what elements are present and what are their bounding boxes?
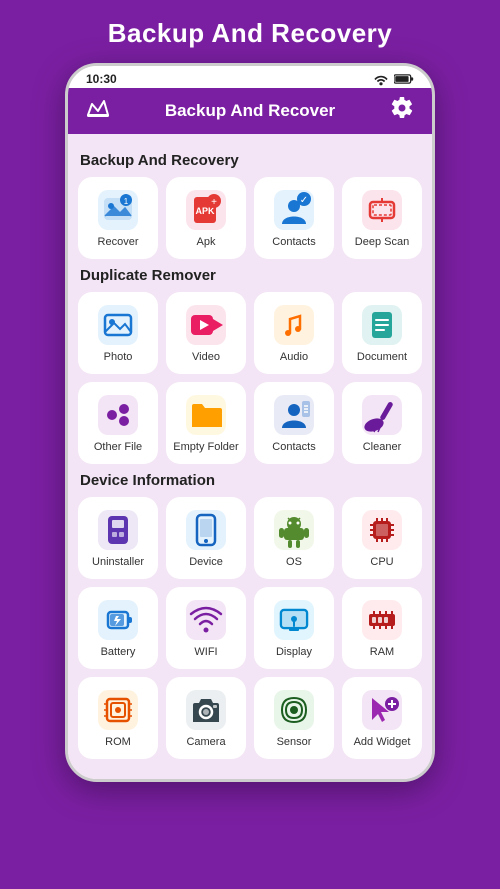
document-item[interactable]: Document	[342, 292, 422, 374]
contacts-label: Contacts	[272, 236, 315, 249]
display-item[interactable]: Display	[254, 587, 334, 669]
wifi-item[interactable]: WIFI	[166, 587, 246, 669]
svg-text:1: 1	[124, 197, 129, 206]
app-bar: Backup And Recover	[68, 88, 432, 134]
device-item[interactable]: Device	[166, 497, 246, 579]
rom-icon	[97, 689, 139, 731]
contacts-icon: ✓	[273, 189, 315, 231]
deepscan-label: Deep Scan	[355, 236, 409, 249]
emptyfolder-label: Empty Folder	[173, 441, 238, 454]
video-icon	[185, 304, 227, 346]
audio-icon	[273, 304, 315, 346]
cleaner-label: Cleaner	[363, 441, 402, 454]
battery-status-icon	[394, 73, 414, 85]
device-icon	[185, 509, 227, 551]
recover-item[interactable]: 1 Recover	[78, 177, 158, 259]
section-title-backup: Backup And Recovery	[80, 152, 422, 169]
camera-item[interactable]: Camera	[166, 677, 246, 759]
contacts2-item[interactable]: Contacts	[254, 382, 334, 464]
emptyfolder-icon	[185, 394, 227, 436]
rom-label: ROM	[105, 736, 131, 749]
video-label: Video	[192, 351, 220, 364]
addwidget-icon	[361, 689, 403, 731]
cleaner-icon	[361, 394, 403, 436]
display-icon	[273, 599, 315, 641]
os-icon	[273, 509, 315, 551]
contacts2-icon	[273, 394, 315, 436]
apk-label: Apk	[197, 236, 216, 249]
addwidget-label: Add Widget	[354, 736, 411, 749]
os-label: OS	[286, 556, 302, 569]
sensor-item[interactable]: Sensor	[254, 677, 334, 759]
document-label: Document	[357, 351, 407, 364]
display-label: Display	[276, 646, 312, 659]
apk-item[interactable]: APK + Apk	[166, 177, 246, 259]
apk-icon: APK +	[185, 189, 227, 231]
video-item[interactable]: Video	[166, 292, 246, 374]
battery-icon	[97, 599, 139, 641]
audio-item[interactable]: Audio	[254, 292, 334, 374]
battery-label: Battery	[101, 646, 136, 659]
scroll-area: Backup And Recovery 1	[68, 134, 432, 779]
duplicate-grid: Photo Video	[78, 292, 422, 464]
uninstaller-icon	[97, 509, 139, 551]
deepscan-item[interactable]: Deep Scan	[342, 177, 422, 259]
settings-icon[interactable]	[386, 96, 418, 126]
photo-item[interactable]: Photo	[78, 292, 158, 374]
document-icon	[361, 304, 403, 346]
svg-text:+: +	[211, 197, 217, 208]
rom-item[interactable]: ROM	[78, 677, 158, 759]
ram-label: RAM	[370, 646, 394, 659]
otherfile-icon	[97, 394, 139, 436]
app-bar-title: Backup And Recover	[114, 101, 386, 121]
uninstaller-label: Uninstaller	[92, 556, 144, 569]
sensor-label: Sensor	[277, 736, 312, 749]
wifi-label: WIFI	[194, 646, 217, 659]
wifi-status-icon	[373, 72, 389, 86]
photo-icon	[97, 304, 139, 346]
recover-label: Recover	[98, 236, 139, 249]
crown-icon	[82, 97, 114, 125]
audio-label: Audio	[280, 351, 308, 364]
os-item[interactable]: OS	[254, 497, 334, 579]
recover-icon: 1	[97, 189, 139, 231]
camera-icon	[185, 689, 227, 731]
cpu-icon	[361, 509, 403, 551]
device-grid: Uninstaller Device	[78, 497, 422, 759]
deepscan-icon	[361, 189, 403, 231]
otherfile-item[interactable]: Other File	[78, 382, 158, 464]
page-title: Backup And Recovery	[108, 18, 393, 49]
device-label: Device	[189, 556, 223, 569]
camera-label: Camera	[186, 736, 225, 749]
status-icons	[373, 72, 414, 86]
addwidget-item[interactable]: Add Widget	[342, 677, 422, 759]
backup-grid: 1 Recover APK + Apk	[78, 177, 422, 259]
uninstaller-item[interactable]: Uninstaller	[78, 497, 158, 579]
emptyfolder-item[interactable]: Empty Folder	[166, 382, 246, 464]
section-title-device: Device Information	[80, 472, 422, 489]
phone-frame: 10:30 Backup And Recover	[65, 63, 435, 782]
otherfile-label: Other File	[94, 441, 142, 454]
contacts-item[interactable]: ✓ Contacts	[254, 177, 334, 259]
status-bar: 10:30	[68, 66, 432, 88]
cpu-item[interactable]: CPU	[342, 497, 422, 579]
section-title-duplicate: Duplicate Remover	[80, 267, 422, 284]
ram-item[interactable]: RAM	[342, 587, 422, 669]
svg-text:✓: ✓	[300, 195, 308, 206]
cpu-label: CPU	[370, 556, 393, 569]
battery-item[interactable]: Battery	[78, 587, 158, 669]
photo-label: Photo	[104, 351, 133, 364]
sensor-icon	[273, 689, 315, 731]
wifi-icon	[185, 599, 227, 641]
ram-icon	[361, 599, 403, 641]
contacts2-label: Contacts	[272, 441, 315, 454]
status-time: 10:30	[86, 72, 117, 86]
cleaner-item[interactable]: Cleaner	[342, 382, 422, 464]
